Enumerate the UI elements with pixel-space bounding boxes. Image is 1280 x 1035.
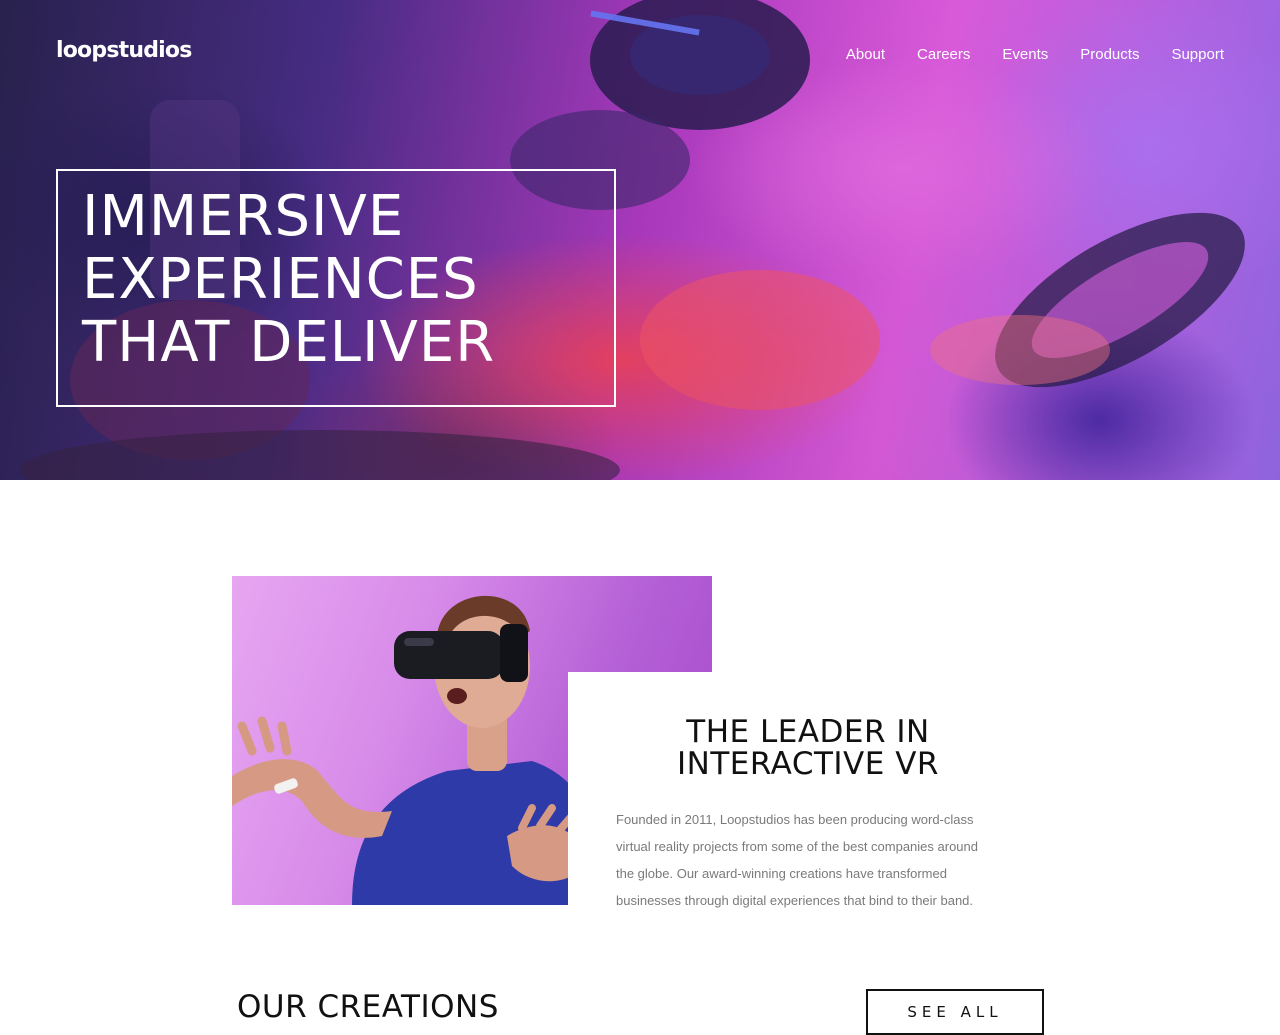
- interactive-vr-description: Founded in 2011, Loopstudios has been pr…: [616, 812, 979, 908]
- hero-section: loopstudios About Careers Events Product…: [0, 0, 1280, 480]
- interactive-vr-heading: THE LEADER IN INTERACTIVE VR: [616, 716, 1000, 780]
- hero-title-line: IMMERSIVE: [82, 184, 405, 249]
- see-all-button[interactable]: SEE ALL: [866, 989, 1044, 1035]
- heading-line: INTERACTIVE VR: [677, 746, 939, 782]
- interactive-vr-card: THE LEADER IN INTERACTIVE VR Founded in …: [568, 672, 1048, 932]
- nav-link-support[interactable]: Support: [1171, 46, 1224, 63]
- hero-title: IMMERSIVE EXPERIENCES THAT DELIVER: [82, 185, 590, 374]
- logo[interactable]: loopstudios: [56, 38, 192, 63]
- hero-title-line: EXPERIENCES: [82, 247, 479, 312]
- hero-title-line: THAT DELIVER: [82, 310, 496, 375]
- main-nav: About Careers Events Products Support: [846, 46, 1224, 63]
- nav-link-events[interactable]: Events: [1002, 46, 1048, 63]
- hero-title-box: IMMERSIVE EXPERIENCES THAT DELIVER: [56, 169, 616, 407]
- nav-link-products[interactable]: Products: [1080, 46, 1139, 63]
- nav-link-about[interactable]: About: [846, 46, 885, 63]
- heading-line: THE LEADER IN: [686, 714, 930, 750]
- nav-link-careers[interactable]: Careers: [917, 46, 970, 63]
- creations-title: OUR CREATIONS: [237, 989, 499, 1025]
